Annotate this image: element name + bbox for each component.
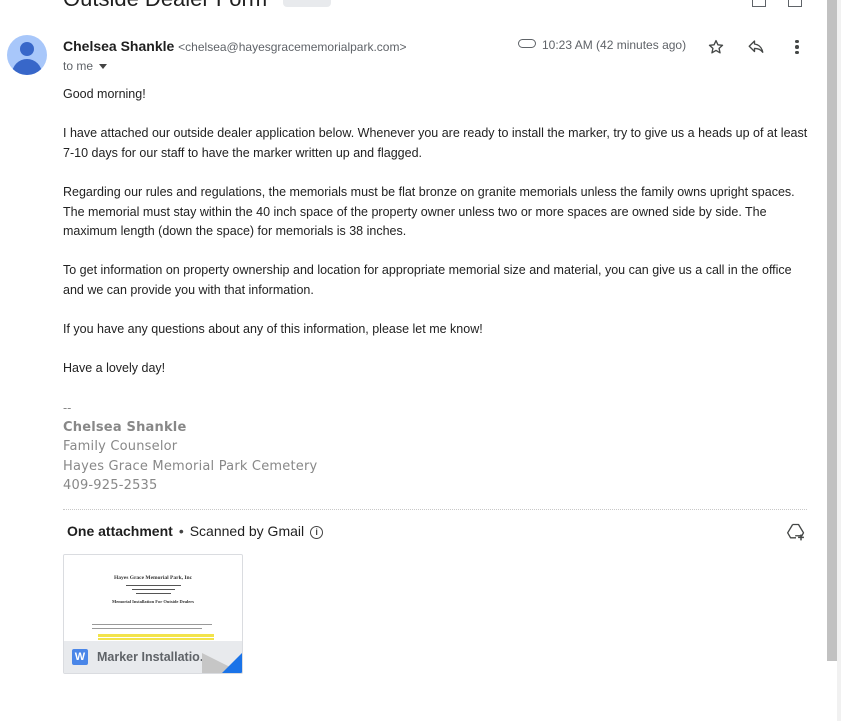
preview-heading: Memorial Installation For Outside Dealer… xyxy=(112,599,194,604)
preview-line xyxy=(92,624,212,625)
more-vert-dot xyxy=(795,45,799,49)
star-icon xyxy=(708,39,724,54)
sender-name[interactable]: Chelsea Shankle xyxy=(63,38,174,54)
body-paragraph: Regarding our rules and regulations, the… xyxy=(63,184,795,239)
preview-line xyxy=(132,589,175,590)
word-doc-icon: W xyxy=(72,649,88,665)
signature-name: Chelsea Shankle xyxy=(63,419,187,435)
scrollbar-track xyxy=(837,0,841,721)
subject-text: Outside Dealer Form xyxy=(63,0,267,11)
sender-line: Chelsea Shankle <chelsea@hayesgracememor… xyxy=(63,38,406,54)
attachment-name: Marker Installatio... xyxy=(97,650,211,664)
chevron-down-icon[interactable] xyxy=(99,64,108,70)
attachments-title: One attachment xyxy=(67,523,173,539)
attachment-footer: W Marker Installatio... xyxy=(64,641,242,673)
info-icon[interactable]: i xyxy=(310,525,324,539)
email-subject: Outside Dealer Form xyxy=(63,0,332,12)
signature-phone: 409-925-2535 xyxy=(63,478,158,493)
label-chip[interactable] xyxy=(283,0,332,8)
preview-highlight xyxy=(98,638,214,640)
header-icons xyxy=(752,0,820,12)
signature-organization: Hayes Grace Memorial Park Cemetery xyxy=(63,458,318,474)
timestamp-line: 10:23 AM (42 minutes ago) xyxy=(518,38,686,52)
page-fold-corner xyxy=(222,653,242,673)
email-body: Good morning! I have attached our outsid… xyxy=(63,85,808,496)
add-all-to-drive-button[interactable] xyxy=(786,522,806,542)
recipient-label: to me xyxy=(63,59,94,73)
preview-line xyxy=(136,593,171,594)
recipient-details-toggle[interactable]: to me xyxy=(63,59,108,73)
attachments-divider xyxy=(63,509,807,510)
star-button[interactable] xyxy=(704,35,728,59)
more-options-button[interactable] xyxy=(785,35,809,59)
open-new-window-icon[interactable] xyxy=(788,0,803,7)
sender-avatar[interactable] xyxy=(7,35,47,75)
avatar-body xyxy=(12,59,42,75)
avatar-head xyxy=(20,42,34,56)
preview-line xyxy=(92,628,202,629)
reply-button[interactable] xyxy=(744,35,768,59)
body-paragraph: Have a lovely day! xyxy=(63,361,166,376)
body-paragraph: Good morning! xyxy=(63,87,146,101)
reply-icon xyxy=(748,40,764,53)
signature-title: Family Counselor xyxy=(63,439,178,454)
print-icon[interactable] xyxy=(752,0,766,7)
preview-highlight xyxy=(98,634,214,637)
attachments-header: One attachment • Scanned by Gmail i xyxy=(67,523,324,539)
paperclip-icon xyxy=(518,39,536,49)
scanned-label: Scanned by Gmail xyxy=(189,523,305,539)
attachment-card[interactable]: Hayes Grace Memorial Park, Inc Memorial … xyxy=(63,554,243,674)
body-paragraph: I have attached our outside dealer appli… xyxy=(63,126,808,160)
signature: Chelsea Shankle Family Counselor Hayes G… xyxy=(63,418,808,496)
add-to-drive-icon xyxy=(787,523,805,541)
preview-line xyxy=(126,585,181,586)
body-paragraph: To get information on property ownership… xyxy=(63,263,792,297)
timestamp: 10:23 AM (42 minutes ago) xyxy=(542,38,687,52)
scrollbar-thumb[interactable] xyxy=(827,0,837,661)
sender-email: <chelsea@hayesgracememorialpark.com> xyxy=(178,40,407,54)
signature-separator: -- xyxy=(63,400,72,415)
preview-title: Hayes Grace Memorial Park, Inc xyxy=(113,575,193,581)
separator-dot: • xyxy=(178,523,184,539)
attachment-preview: Hayes Grace Memorial Park, Inc Memorial … xyxy=(64,555,242,641)
more-vert-dot xyxy=(795,50,799,55)
more-vert-icon xyxy=(795,39,799,44)
body-paragraph: If you have any questions about any of t… xyxy=(63,322,483,337)
